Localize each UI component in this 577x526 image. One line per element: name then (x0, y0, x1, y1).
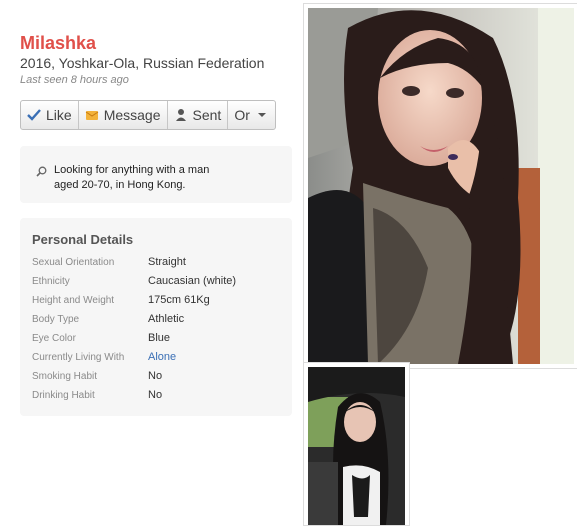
detail-label: Smoking Habit (32, 371, 98, 382)
looking-for-panel: Looking for anything with a man aged 20-… (20, 146, 292, 203)
detail-label: Drinking Habit (32, 390, 95, 401)
personal-details-title: Personal Details (32, 232, 134, 247)
sent-label: Sent (192, 107, 222, 123)
detail-label: Sexual Orientation (32, 257, 115, 268)
detail-label: Body Type (32, 314, 80, 325)
detail-value: Straight (148, 256, 186, 268)
like-label: Like (46, 107, 72, 123)
last-seen: Last seen 8 hours ago (20, 74, 129, 86)
or-dropdown-button[interactable]: Or (228, 101, 275, 129)
detail-value: No (148, 389, 163, 401)
main-profile-photo[interactable] (303, 3, 577, 369)
detail-label: Currently Living With (32, 352, 125, 363)
thumbnail-photo-image (308, 367, 405, 525)
person-icon (174, 108, 188, 122)
profile-subtitle: 2016, Yoshkar-Ola, Russian Federation (20, 55, 265, 71)
action-button-group: Like Message Sent Or (20, 100, 276, 130)
detail-value: 175cm 61Kg (148, 294, 210, 306)
detail-value: No (148, 370, 163, 382)
checkmark-icon (27, 108, 41, 122)
looking-for-text: Looking for anything with a man aged 20-… (54, 164, 210, 191)
caret-down-icon (255, 108, 269, 122)
detail-value-link[interactable]: Alone (148, 351, 176, 363)
detail-label: Eye Color (32, 333, 76, 344)
detail-row: Drinking Habit No (32, 389, 282, 409)
detail-value: Blue (148, 332, 171, 344)
thumbnail-photo[interactable] (303, 362, 410, 526)
like-button[interactable]: Like (21, 101, 79, 129)
personal-details-panel: Personal Details Sexual Orientation Stra… (20, 218, 292, 416)
detail-row: Sexual Orientation Straight (32, 256, 282, 276)
message-label: Message (103, 107, 161, 123)
detail-label: Height and Weight (32, 295, 115, 306)
detail-row: Body Type Athletic (32, 313, 282, 333)
detail-value: Athletic (148, 313, 185, 325)
detail-label: Ethnicity (32, 276, 70, 287)
or-label: Or (234, 107, 250, 123)
detail-row: Ethnicity Caucasian (white) (32, 275, 282, 295)
sent-button[interactable]: Sent (168, 101, 229, 129)
detail-row: Eye Color Blue (32, 332, 282, 352)
detail-row: Currently Living With Alone (32, 351, 282, 371)
main-photo-image (308, 8, 574, 364)
envelope-icon (85, 108, 99, 122)
detail-value: Caucasian (white) (148, 275, 237, 287)
detail-row: Smoking Habit No (32, 370, 282, 390)
detail-row: Height and Weight 175cm 61Kg (32, 294, 282, 314)
message-button[interactable]: Message (79, 101, 168, 129)
profile-name: Milashka (20, 33, 97, 53)
magnifier-icon (36, 166, 47, 177)
